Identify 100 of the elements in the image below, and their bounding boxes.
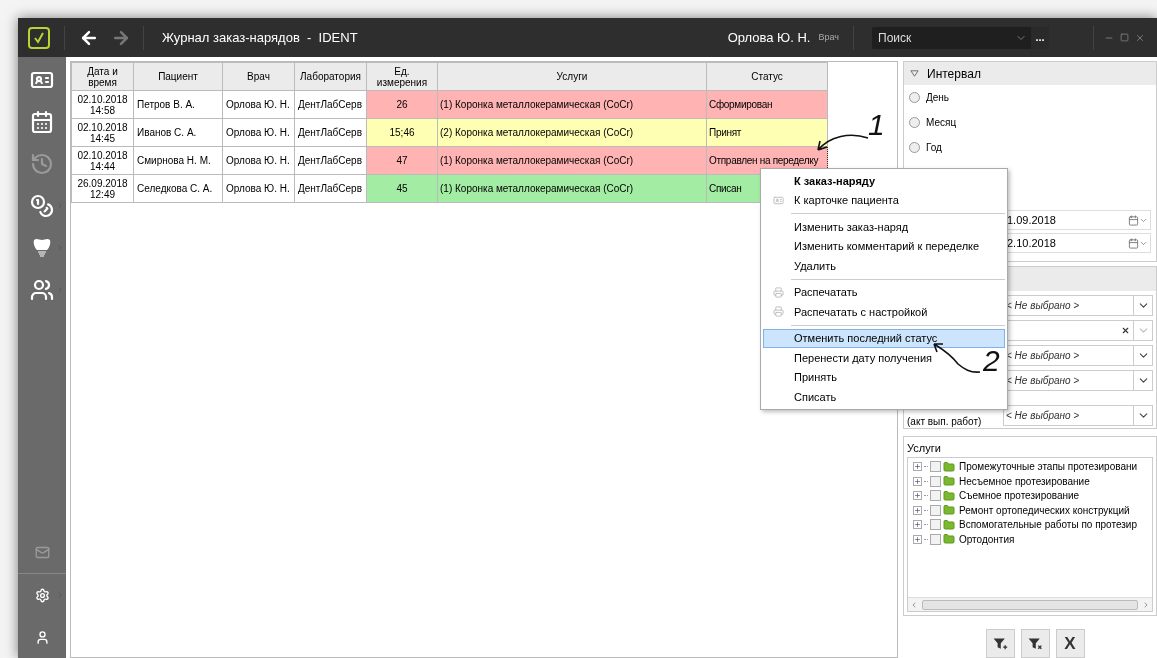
user-role: Врач: [818, 30, 839, 44]
clear-filter-button[interactable]: [1020, 629, 1050, 658]
expand-toggle[interactable]: [913, 476, 922, 486]
expand-toggle[interactable]: [913, 534, 922, 544]
menu-item[interactable]: Изменить комментарий к переделке: [763, 236, 981, 256]
chevron-icon: [55, 201, 65, 211]
select-field[interactable]: < Не выбрано >: [1003, 404, 1153, 426]
table-cell: Сформирован: [706, 90, 828, 119]
coins-icon: [30, 194, 54, 218]
checkbox[interactable]: [930, 504, 941, 516]
tree-item[interactable]: Ремонт ортопедических конструкций: [957, 502, 1130, 518]
section-header[interactable]: Интервал: [904, 62, 1156, 85]
menu-item[interactable]: Принять: [763, 367, 838, 387]
checkbox[interactable]: [930, 519, 941, 531]
tree-item[interactable]: Ортодонтия: [957, 531, 1015, 547]
user-icon: [34, 629, 50, 645]
column-header[interactable]: Услуги: [437, 62, 707, 91]
maximize-icon[interactable]: [1120, 33, 1129, 42]
table-cell: Орлова Ю. Н.: [222, 90, 295, 119]
user-name: Орлова Ю. Н.: [727, 28, 811, 47]
table-cell: (1) Коронка металлокерамическая (CoCr): [437, 146, 707, 175]
section-title: Услуги: [907, 441, 942, 456]
tree-item[interactable]: Промежуточные этапы протезировани: [957, 459, 1138, 475]
checkbox[interactable]: [930, 490, 941, 502]
radio-button[interactable]: [909, 117, 920, 128]
column-header[interactable]: Статус: [706, 62, 828, 91]
menu-item[interactable]: Отменить последний статус: [763, 328, 1005, 348]
horizontal-scrollbar[interactable]: [908, 597, 1152, 611]
radio-button[interactable]: [909, 142, 920, 153]
history-icon: [30, 152, 54, 176]
table-cell: 26.09.2018 12:49: [71, 174, 134, 203]
chevron-icon: [55, 285, 65, 295]
folder-icon: [943, 533, 955, 546]
menu-item[interactable]: Изменить заказ-наряд: [763, 217, 910, 237]
tree-item[interactable]: Несъемное протезирование: [957, 473, 1090, 489]
chevron-icon: [55, 243, 65, 253]
menu-item[interactable]: Распечатать с настройкой: [763, 302, 929, 322]
annotation-label: 1: [868, 110, 885, 140]
chevron-icon: [55, 590, 65, 600]
column-header[interactable]: Лаборатория: [294, 62, 367, 91]
expand-toggle[interactable]: [913, 462, 922, 472]
menu-item[interactable]: Перенести дату получения: [763, 348, 933, 368]
table-cell: 47: [366, 146, 438, 175]
expand-toggle[interactable]: [913, 491, 922, 501]
table-cell: Орлова Ю. Н.: [222, 146, 295, 175]
export-button[interactable]: X: [1055, 629, 1085, 658]
more-button[interactable]: ...: [1031, 26, 1049, 49]
section-title: Интервал: [927, 65, 981, 83]
table-cell: Орлова Ю. Н.: [222, 174, 295, 203]
card-icon: [772, 194, 784, 206]
table-cell: Петров В. А.: [133, 90, 223, 119]
search-field[interactable]: Поиск ...: [872, 26, 1049, 49]
printer-icon: [772, 286, 784, 298]
radio-label: Год: [926, 141, 942, 155]
checkbox[interactable]: [930, 533, 941, 545]
folder-icon: [943, 460, 955, 473]
app-logo: [28, 26, 50, 49]
printer-icon: [772, 306, 784, 318]
expand-toggle[interactable]: [913, 505, 922, 515]
column-header[interactable]: Пациент: [133, 62, 223, 91]
menu-item[interactable]: Распечатать: [763, 282, 859, 302]
table-cell: ДентЛабСерв: [294, 90, 367, 119]
window-title: Журнал заказ-нарядов - IDENT: [162, 28, 358, 47]
tree-item[interactable]: Вспомогательные работы по протезир: [957, 517, 1137, 533]
folder-icon: [943, 475, 955, 488]
folder-icon: [943, 504, 955, 517]
column-header[interactable]: Врач: [222, 62, 295, 91]
column-header[interactable]: Ед. измерения: [366, 62, 438, 91]
menu-item[interactable]: Списать: [763, 387, 838, 407]
table-cell: Селедкова С. А.: [133, 174, 223, 203]
scroll-right-icon[interactable]: [1142, 600, 1150, 609]
table-cell: ДентЛабСерв: [294, 146, 367, 175]
table-cell: (1) Коронка металлокерамическая (CoCr): [437, 174, 707, 203]
radio-button[interactable]: [909, 92, 920, 103]
calendar-icon: [1128, 237, 1139, 249]
menu-item[interactable]: Удалить: [763, 256, 837, 276]
expand-toggle[interactable]: [913, 520, 922, 530]
calendar-icon: [30, 110, 54, 134]
date-field[interactable]: 1.09.2018: [1005, 210, 1151, 230]
tree-item[interactable]: Съемное протезирование: [957, 488, 1080, 504]
date-field[interactable]: 2.10.2018: [1005, 233, 1151, 253]
radio-label: Месяц: [926, 116, 957, 130]
table-cell: 45: [366, 174, 438, 203]
column-header[interactable]: Дата и время: [71, 62, 134, 91]
apply-filter-button[interactable]: [985, 629, 1015, 658]
radio-label: День: [926, 91, 950, 105]
scroll-left-icon[interactable]: [910, 600, 918, 609]
close-icon[interactable]: [1135, 32, 1145, 43]
checkbox[interactable]: [930, 461, 941, 473]
funnel-plus-icon: [992, 635, 1008, 652]
table-cell: 02.10.2018 14:45: [71, 118, 134, 147]
table-cell: 26: [366, 90, 438, 119]
checkbox[interactable]: [930, 475, 941, 487]
table-cell: Принят: [706, 118, 828, 147]
table-cell: 15;46: [366, 118, 438, 147]
clear-icon[interactable]: [1121, 326, 1130, 335]
table-cell: Иванов С. А.: [133, 118, 223, 147]
table-cell: ДентЛабСерв: [294, 118, 367, 147]
mail-icon: [34, 544, 50, 560]
table-cell: Орлова Ю. Н.: [222, 118, 295, 147]
